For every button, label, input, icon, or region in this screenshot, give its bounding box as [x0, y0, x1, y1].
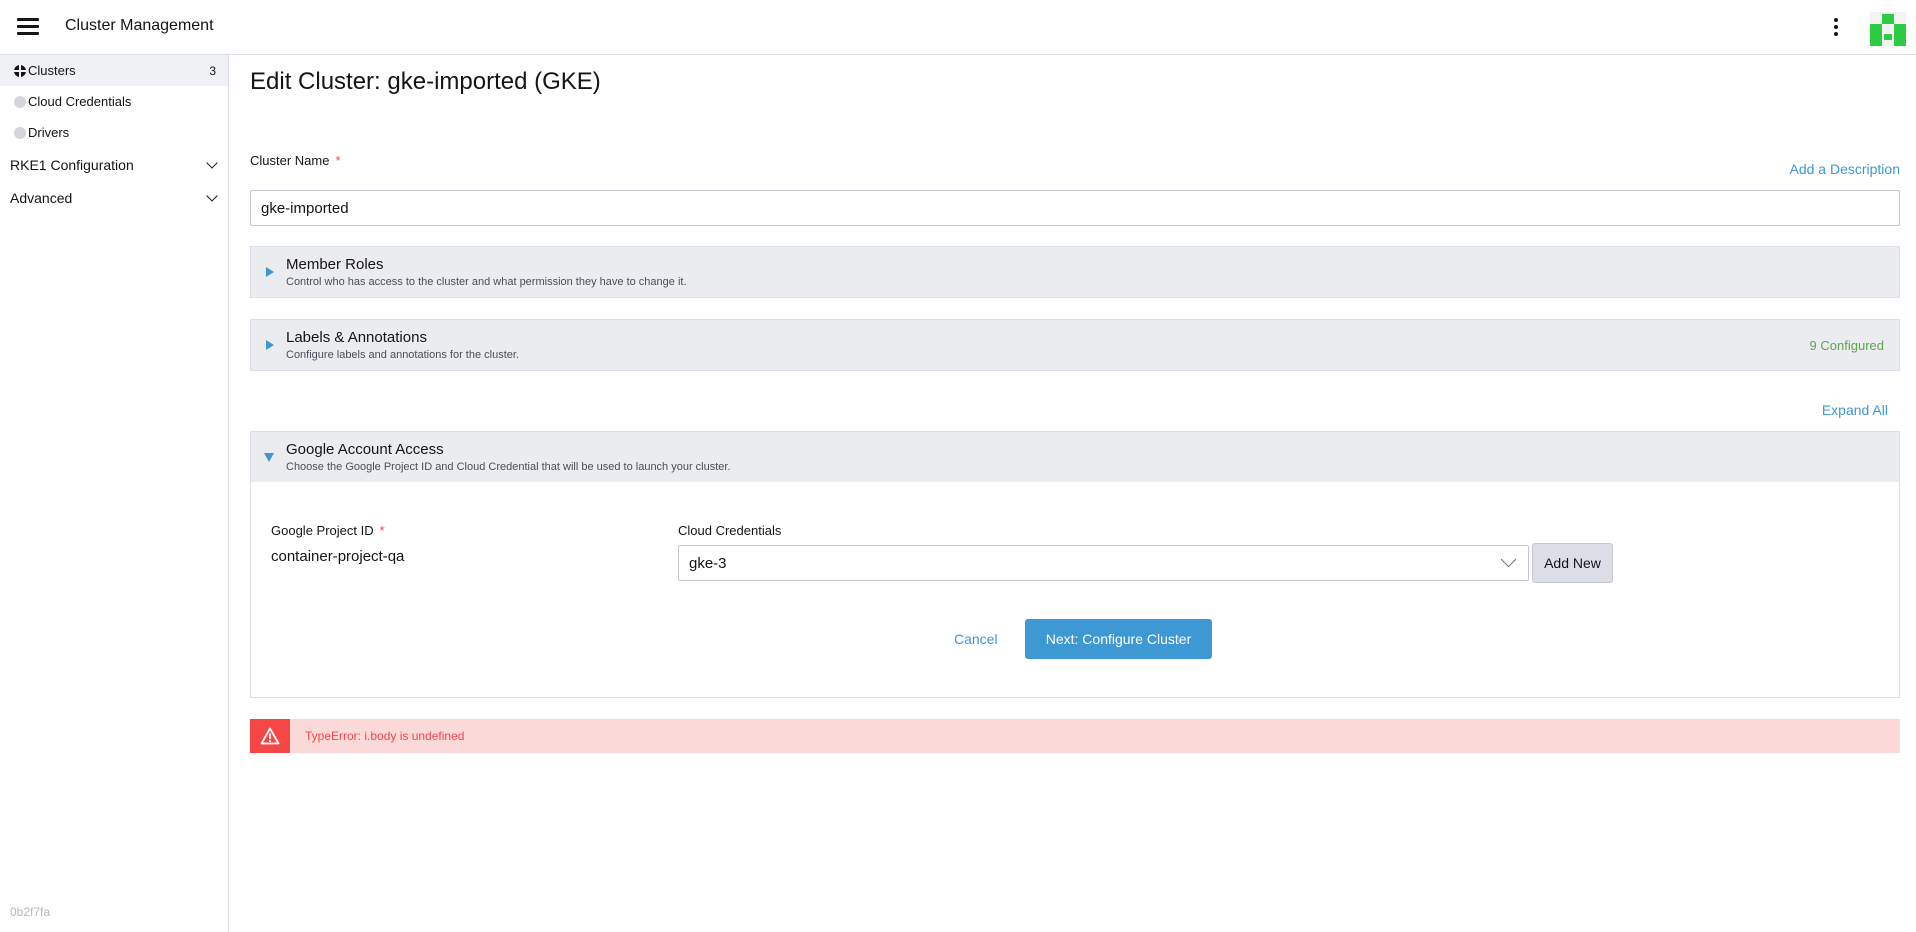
sidebar-group-advanced[interactable]: Advanced — [0, 182, 228, 213]
required-marker: * — [335, 153, 341, 168]
google-project-id-value: container-project-qa — [271, 548, 405, 565]
sidebar-item-drivers[interactable]: Drivers — [0, 117, 228, 148]
accordion-description: Choose the Google Project ID and Cloud C… — [286, 461, 731, 473]
google-project-id-label: Google Project ID * — [271, 523, 385, 538]
sidebar-item-label: Drivers — [28, 125, 70, 140]
cancel-button[interactable]: Cancel — [954, 631, 998, 647]
cloud-credentials-label: Cloud Credentials — [678, 523, 782, 538]
sidebar-item-label: Clusters — [28, 63, 76, 78]
globe-icon — [14, 64, 26, 77]
accordion-title: Member Roles — [286, 256, 384, 273]
chevron-down-icon — [206, 190, 218, 202]
labels-annotations-accordion[interactable]: Labels & Annotations Configure labels an… — [250, 319, 1900, 371]
google-account-access-accordion[interactable]: Google Account Access Choose the Google … — [250, 431, 1900, 483]
error-banner: TypeError: i.body is undefined — [250, 719, 1900, 753]
accordion-title: Labels & Annotations — [286, 329, 427, 346]
accordion-description: Configure labels and annotations for the… — [286, 349, 519, 361]
required-marker: * — [379, 523, 385, 538]
cluster-name-input[interactable] — [250, 190, 1900, 226]
cloud-credentials-selected-value: gke-3 — [689, 555, 727, 572]
user-avatar-icon[interactable] — [1870, 12, 1906, 46]
top-bar: Cluster Management — [0, 0, 1916, 55]
sidebar-group-rke1-configuration[interactable]: RKE1 Configuration — [0, 149, 228, 180]
configured-count-status: 9 Configured — [1809, 338, 1884, 353]
clusters-count-badge: 3 — [209, 63, 216, 78]
more-options-icon[interactable] — [1826, 16, 1846, 38]
error-message: TypeError: i.body is undefined — [305, 729, 465, 743]
caret-right-icon — [266, 340, 274, 350]
sidebar-group-label: Advanced — [10, 189, 73, 206]
add-new-button[interactable]: Add New — [1532, 543, 1613, 583]
globe-icon — [14, 126, 26, 139]
page-title: Edit Cluster: gke-imported (GKE) — [250, 68, 601, 95]
hamburger-menu-icon[interactable] — [17, 18, 39, 36]
globe-icon — [14, 95, 26, 108]
version-label: 0b2f7fa — [10, 905, 51, 919]
chevron-down-icon — [206, 157, 218, 169]
warning-icon — [250, 719, 290, 753]
caret-down-icon — [264, 453, 274, 462]
cluster-name-label: Cluster Name * — [250, 153, 341, 168]
add-description-link[interactable]: Add a Description — [1789, 161, 1900, 177]
sidebar-item-clusters[interactable]: Clusters 3 — [0, 55, 228, 86]
expand-all-link[interactable]: Expand All — [1822, 402, 1888, 418]
sidebar: Clusters 3 Cloud Credentials Drivers RKE… — [0, 55, 229, 932]
caret-right-icon — [266, 267, 274, 277]
cluster-name-label-text: Cluster Name — [250, 153, 330, 168]
sidebar-item-label: Cloud Credentials — [28, 94, 132, 109]
google-account-access-body — [250, 482, 1900, 698]
app-title: Cluster Management — [65, 17, 214, 34]
accordion-title: Google Account Access — [286, 441, 444, 458]
google-project-id-label-text: Google Project ID — [271, 523, 374, 538]
next-configure-cluster-button[interactable]: Next: Configure Cluster — [1025, 619, 1212, 659]
sidebar-item-cloud-credentials[interactable]: Cloud Credentials — [0, 86, 228, 117]
cloud-credentials-select[interactable]: gke-3 — [678, 545, 1529, 581]
chevron-down-icon — [1500, 551, 1517, 568]
sidebar-group-label: RKE1 Configuration — [10, 156, 134, 173]
accordion-description: Control who has access to the cluster an… — [286, 276, 687, 288]
member-roles-accordion[interactable]: Member Roles Control who has access to t… — [250, 246, 1900, 298]
